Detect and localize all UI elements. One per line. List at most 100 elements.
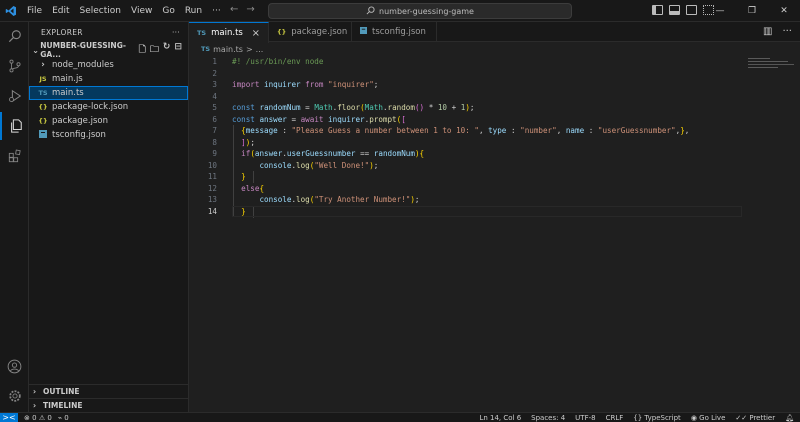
- code-line-current: 14 }: [189, 205, 749, 217]
- outline-section[interactable]: › OUTLINE: [29, 384, 189, 398]
- code-line: 13 console.log("Try Another Number!");: [189, 194, 749, 206]
- broadcast-icon: ◉: [690, 414, 697, 422]
- explorer-sidebar: EXPLORER ··· ⌄ NUMBER-GUESSING-GA... 🗋 🗀…: [29, 22, 189, 412]
- encoding[interactable]: UTF-8: [575, 414, 595, 422]
- menu-view[interactable]: View: [126, 0, 157, 22]
- menu-selection[interactable]: Selection: [75, 0, 126, 22]
- menu-go[interactable]: Go: [157, 0, 179, 22]
- line-number: 10: [207, 160, 217, 170]
- split-editor-icon[interactable]: ▥: [763, 26, 772, 37]
- timeline-label: TIMELINE: [43, 401, 83, 410]
- ports-count: 0: [64, 413, 69, 422]
- menu-file[interactable]: File: [22, 0, 47, 22]
- more-actions-icon[interactable]: ···: [782, 26, 792, 37]
- source-control-icon[interactable]: [0, 52, 29, 80]
- search-text: number-guessing-game: [379, 6, 474, 16]
- close-icon[interactable]: ✕: [768, 0, 800, 22]
- tree-item-main-js[interactable]: JS main.js: [29, 72, 188, 86]
- code-text: ]);: [241, 137, 255, 147]
- accounts-icon[interactable]: [0, 352, 29, 380]
- typescript-file-icon: TS: [38, 89, 48, 97]
- tab-label: main.ts: [211, 28, 243, 38]
- workspace-folder[interactable]: ⌄ NUMBER-GUESSING-GA... 🗋 🗀 ↻ ⊟: [29, 41, 188, 59]
- remote-indicator-icon[interactable]: ><: [0, 412, 18, 422]
- cursor-position[interactable]: Ln 14, Col 6: [479, 414, 521, 422]
- folder-name: NUMBER-GUESSING-GA...: [40, 41, 126, 59]
- chevron-down-icon: ⌄: [32, 45, 39, 55]
- vscode-logo-icon: [0, 0, 22, 22]
- line-number: 2: [212, 68, 217, 78]
- activity-bar: [0, 22, 29, 412]
- json-file-icon: {}: [38, 117, 48, 125]
- toggle-secondary-sidebar-icon[interactable]: [686, 5, 697, 15]
- search-view-icon[interactable]: [0, 22, 29, 50]
- tree-item-label: package-lock.json: [52, 102, 129, 112]
- tab-tsconfig-json[interactable]: tsconfig.json: [352, 22, 437, 42]
- prettier-status[interactable]: ✓✓ Prettier: [735, 414, 775, 422]
- tree-item-node-modules[interactable]: › node_modules: [29, 58, 188, 72]
- code-line: 12 else{: [189, 183, 749, 195]
- line-number: 1: [212, 57, 217, 67]
- typescript-file-icon: TS: [201, 45, 211, 53]
- tree-item-tsconfig-json[interactable]: tsconfig.json: [29, 128, 188, 142]
- code-line: 10 console.log("Well Done!");: [189, 160, 749, 172]
- code-text: else{: [241, 183, 265, 193]
- warning-icon: ⚠: [38, 413, 46, 422]
- notifications-bell-icon[interactable]: 🔔︎: [785, 414, 794, 422]
- json-file-icon: {}: [38, 103, 48, 111]
- breadcrumb-symbols[interactable]: ...: [256, 45, 264, 54]
- forward-arrow-icon[interactable]: →: [246, 4, 254, 15]
- chevron-right-icon: ›: [33, 401, 37, 410]
- run-debug-icon[interactable]: [0, 82, 29, 110]
- back-arrow-icon[interactable]: ←: [230, 4, 238, 15]
- timeline-section[interactable]: › TIMELINE: [29, 398, 189, 412]
- code-editor[interactable]: 1 #! /usr/bin/env node 2 3 import inquir…: [189, 56, 800, 412]
- line-number: 6: [212, 114, 217, 124]
- line-number: 3: [212, 80, 217, 90]
- manage-gear-icon[interactable]: [0, 382, 29, 410]
- close-tab-icon[interactable]: ×: [252, 28, 260, 39]
- menu-edit[interactable]: Edit: [47, 0, 74, 22]
- problems-indicator[interactable]: ⊗ 0 ⚠ 0: [24, 414, 52, 422]
- json-file-icon: {}: [277, 28, 287, 36]
- new-folder-icon[interactable]: 🗀: [150, 42, 159, 58]
- tsconfig-icon: [37, 130, 49, 140]
- end-of-line[interactable]: CRLF: [606, 414, 624, 422]
- code-line: 4: [189, 91, 749, 103]
- double-check-icon: ✓✓: [735, 414, 748, 422]
- toggle-primary-sidebar-icon[interactable]: [652, 5, 663, 15]
- tree-item-main-ts[interactable]: TS main.ts: [29, 86, 188, 100]
- code-text: {message : "Please Guess a number betwee…: [241, 126, 690, 136]
- restore-icon[interactable]: ❐: [736, 0, 768, 22]
- indentation[interactable]: Spaces: 4: [531, 414, 565, 422]
- go-live-button[interactable]: ◉ Go Live: [691, 414, 726, 422]
- code-line: 5 const randomNum = Math.floor(Math.rand…: [189, 102, 749, 114]
- tree-item-label: node_modules: [52, 60, 114, 70]
- tab-package-json[interactable]: {} package.json: [269, 22, 352, 42]
- minimize-icon[interactable]: —: [704, 0, 736, 22]
- code-line: 8 ]);: [189, 137, 749, 149]
- ports-indicator[interactable]: ⌁ 0: [58, 414, 69, 422]
- refresh-icon[interactable]: ↻: [163, 42, 171, 58]
- menu-run[interactable]: Run: [180, 0, 207, 22]
- code-line: 11 }: [189, 171, 749, 183]
- menu-more[interactable]: ···: [207, 0, 226, 22]
- language-mode[interactable]: {} TypeScript: [633, 414, 681, 422]
- search-icon: [366, 5, 375, 17]
- explorer-icon[interactable]: [0, 112, 29, 140]
- tree-item-package-json[interactable]: {} package.json: [29, 114, 188, 128]
- explorer-more-icon[interactable]: ···: [172, 28, 180, 37]
- command-center-search[interactable]: number-guessing-game: [268, 3, 572, 19]
- tsconfig-icon: [360, 27, 367, 37]
- breadcrumb: TS main.ts > ...: [189, 42, 800, 56]
- breadcrumb-file[interactable]: main.ts: [213, 45, 243, 54]
- code-line: 7 {message : "Please Guess a number betw…: [189, 125, 749, 137]
- line-number: 11: [207, 172, 217, 182]
- tab-main-ts[interactable]: TS main.ts ×: [189, 22, 269, 43]
- extensions-icon[interactable]: [0, 142, 29, 170]
- minimap[interactable]: [748, 58, 794, 74]
- toggle-panel-icon[interactable]: [669, 5, 680, 15]
- tree-item-package-lock-json[interactable]: {} package-lock.json: [29, 100, 188, 114]
- collapse-all-icon[interactable]: ⊟: [174, 42, 182, 58]
- new-file-icon[interactable]: 🗋: [139, 42, 146, 58]
